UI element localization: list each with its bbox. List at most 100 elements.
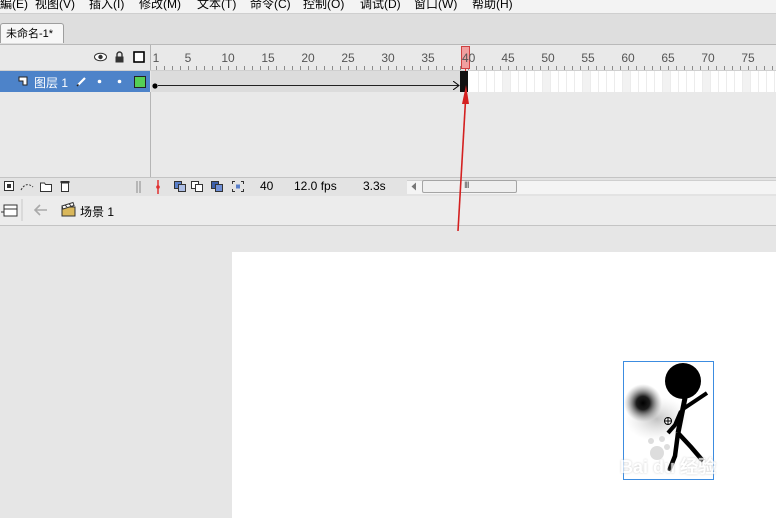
scene-label[interactable]: 场景 1 — [80, 203, 114, 220]
frame-cell[interactable] — [687, 71, 695, 92]
ruler-tick — [692, 66, 693, 70]
ruler-label: 60 — [621, 51, 635, 65]
frame-cell[interactable] — [535, 71, 543, 92]
panel-splitter-grip[interactable] — [136, 181, 142, 193]
new-layer-icon[interactable] — [4, 181, 15, 192]
ruler-tick — [684, 66, 685, 70]
ruler-tick — [436, 66, 437, 70]
eye-icon[interactable] — [94, 52, 107, 62]
frames-row[interactable] — [151, 71, 776, 92]
menu-text[interactable]: 文本(T) — [197, 0, 236, 12]
ruler-tick — [612, 66, 613, 70]
ruler-tick — [708, 66, 709, 70]
ruler-tick — [644, 66, 645, 70]
menu-commands[interactable]: 命令(C) — [250, 0, 291, 12]
delete-layer-icon[interactable] — [60, 180, 70, 192]
lock-dot-icon[interactable] — [117, 79, 122, 84]
onion-skin-icon[interactable] — [174, 181, 186, 192]
frame-cell[interactable] — [727, 71, 735, 92]
frame-cell[interactable] — [511, 71, 519, 92]
ruler-tick — [332, 66, 333, 70]
frame-cell[interactable] — [551, 71, 559, 92]
ruler-tick — [484, 66, 485, 70]
outline-icon[interactable] — [133, 51, 145, 63]
frame-cell[interactable] — [671, 71, 679, 92]
menu-insert[interactable]: 插入(I) — [89, 0, 124, 12]
ruler-tick — [228, 66, 229, 70]
center-frame-icon[interactable] — [155, 180, 161, 194]
menu-help[interactable]: 帮助(H) — [472, 0, 513, 12]
ruler-tick — [204, 66, 205, 70]
frame-cell[interactable] — [583, 71, 591, 92]
frame-cell[interactable] — [751, 71, 759, 92]
playhead-frame-label: 40 — [462, 51, 476, 65]
frame-cell[interactable] — [487, 71, 495, 92]
layer-name[interactable]: 图层 1 — [34, 74, 68, 91]
frame-cell[interactable] — [599, 71, 607, 92]
motion-tween-span[interactable] — [151, 71, 463, 92]
frame-cell[interactable] — [623, 71, 631, 92]
ruler-tick — [404, 66, 405, 70]
frame-cell[interactable] — [607, 71, 615, 92]
frame-cell[interactable] — [575, 71, 583, 92]
frame-cell[interactable] — [527, 71, 535, 92]
stage-canvas[interactable]: Bai du 经验 — [232, 252, 776, 518]
frame-cell[interactable] — [543, 71, 551, 92]
frame-rate-readout[interactable]: 12.0 fps — [294, 179, 337, 193]
ruler-label: 45 — [501, 51, 515, 65]
menu-modify[interactable]: 修改(M) — [139, 0, 181, 12]
frame-cell[interactable] — [647, 71, 655, 92]
frame-cell[interactable] — [567, 71, 575, 92]
frame-cell[interactable] — [767, 71, 775, 92]
frame-cell[interactable] — [735, 71, 743, 92]
ruler-tick — [396, 66, 397, 70]
menu-edit[interactable]: 編(E) — [0, 0, 28, 12]
ruler-tick — [700, 66, 701, 70]
outline-color-swatch[interactable] — [134, 76, 146, 88]
document-tab[interactable]: 未命名-1* — [0, 23, 64, 43]
frame-cell[interactable] — [695, 71, 703, 92]
timeline-hscroll-thumb[interactable]: III — [422, 180, 517, 193]
frame-cell[interactable] — [711, 71, 719, 92]
end-keyframe[interactable] — [460, 71, 468, 92]
modify-onion-markers-icon[interactable] — [232, 181, 244, 192]
frame-cell[interactable] — [591, 71, 599, 92]
layer-row-selected[interactable]: 图层 1 — [0, 71, 150, 92]
elapsed-time-readout: 3.3s — [363, 179, 386, 193]
menu-view[interactable]: 视图(V) — [35, 0, 75, 12]
back-arrow-icon[interactable] — [34, 204, 48, 216]
frame-cell[interactable] — [759, 71, 767, 92]
frame-cell[interactable] — [719, 71, 727, 92]
visibility-dot-icon[interactable] — [97, 79, 102, 84]
ruler-tick — [516, 66, 517, 70]
onion-skin-outlines-icon[interactable] — [191, 181, 203, 192]
frame-cell[interactable] — [479, 71, 487, 92]
frame-cell[interactable] — [559, 71, 567, 92]
frame-cell[interactable] — [663, 71, 671, 92]
lock-icon[interactable] — [114, 51, 125, 63]
ruler-label: 1 — [152, 51, 160, 65]
start-keyframe-dot[interactable] — [151, 82, 159, 90]
menu-window[interactable]: 窗口(W) — [414, 0, 457, 12]
frame-cell[interactable] — [655, 71, 663, 92]
menu-debug[interactable]: 调试(D) — [360, 0, 401, 12]
frame-cell[interactable] — [471, 71, 479, 92]
frame-cell[interactable] — [679, 71, 687, 92]
frame-cell[interactable] — [615, 71, 623, 92]
menu-control[interactable]: 控制(O) — [303, 0, 344, 12]
frame-cell[interactable] — [631, 71, 639, 92]
frame-cell[interactable] — [639, 71, 647, 92]
frame-cell[interactable] — [743, 71, 751, 92]
frame-cell[interactable] — [703, 71, 711, 92]
ruler-tick — [316, 66, 317, 70]
edit-multiple-frames-icon[interactable] — [211, 181, 223, 192]
scroll-left-arrow[interactable] — [410, 182, 418, 191]
timeline-toggle-icon[interactable] — [1, 202, 19, 218]
ruler-tick — [740, 66, 741, 70]
frame-cell[interactable] — [503, 71, 511, 92]
ruler-tick — [356, 66, 357, 70]
frame-cell[interactable] — [495, 71, 503, 92]
new-folder-icon[interactable] — [40, 181, 52, 192]
frame-cell[interactable] — [519, 71, 527, 92]
motion-guide-icon[interactable] — [20, 181, 34, 192]
